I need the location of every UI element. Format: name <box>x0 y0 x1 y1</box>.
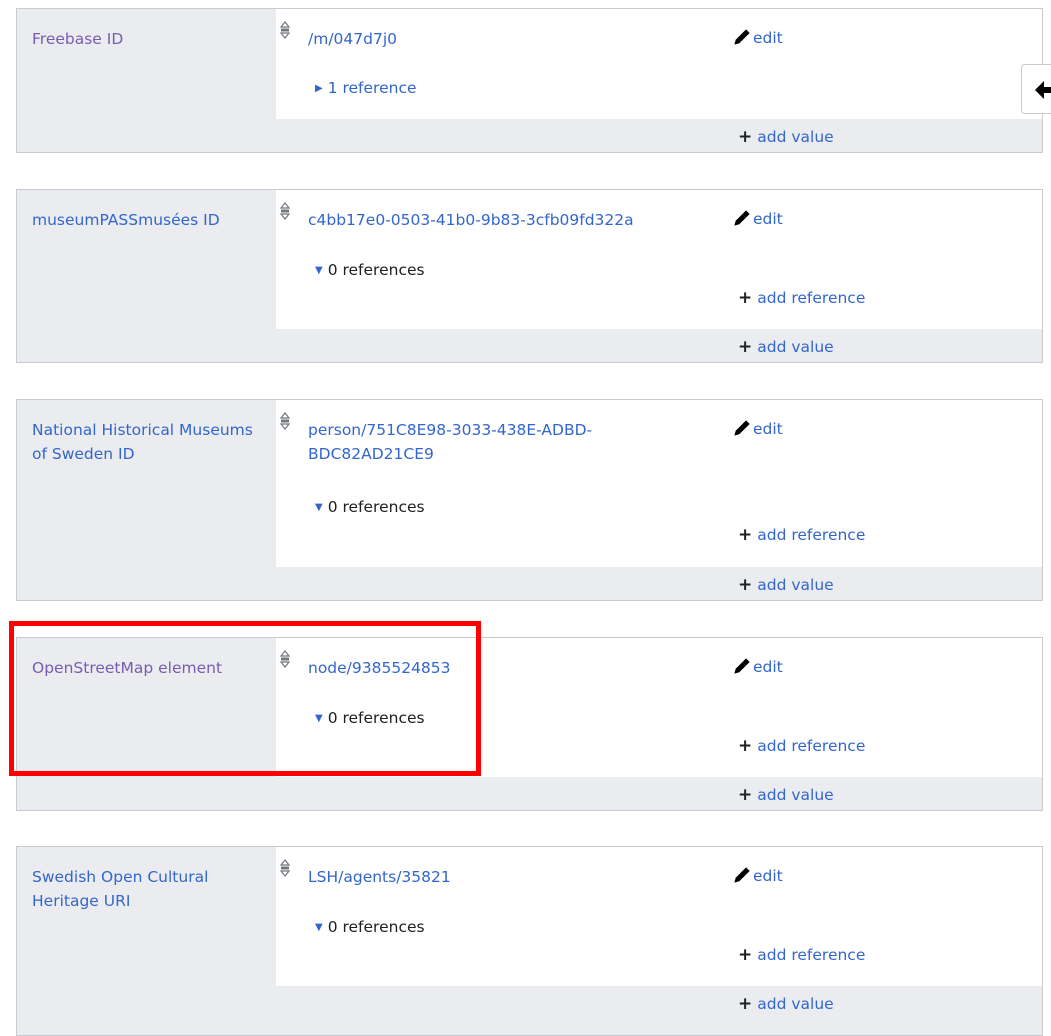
edit-label: edit <box>753 420 783 438</box>
plus-icon: + <box>738 736 753 756</box>
references-label: 0 references <box>327 498 425 516</box>
add-reference-label: add reference <box>757 526 866 544</box>
edit-button[interactable]: edit <box>733 209 783 229</box>
statement: LSH/agents/35821 edit ▼ 0 references + add… <box>276 847 1042 986</box>
property-link[interactable]: National Historical Museums of Sweden ID <box>32 418 277 466</box>
property-link[interactable]: Swedish Open Cultural Heritage URI <box>32 865 277 913</box>
rank-normal-icon[interactable] <box>279 649 291 669</box>
plus-icon: + <box>738 945 753 965</box>
statement: person/751C8E98-3033-438E-ADBD- BDC82AD2… <box>276 400 1042 567</box>
property-line-2: of Sweden ID <box>32 445 135 463</box>
property-link[interactable]: Freebase ID <box>32 27 277 51</box>
value-link[interactable]: /m/047d7j0 <box>308 27 628 51</box>
add-reference-label: add reference <box>757 289 866 307</box>
plus-icon: + <box>738 994 753 1014</box>
add-value-button[interactable]: + add value <box>738 337 834 357</box>
add-reference-button[interactable]: + add reference <box>738 525 865 545</box>
statement-group-shm-id: National Historical Museums of Sweden ID… <box>16 399 1043 601</box>
statement: node/9385524853 edit ▼ 0 references + add … <box>276 638 1042 777</box>
references-toggle[interactable]: ▼ 0 references <box>315 916 425 939</box>
add-reference-button[interactable]: + add reference <box>738 288 865 308</box>
value-link[interactable]: node/9385524853 <box>308 656 628 680</box>
add-value-button[interactable]: + add value <box>738 127 834 147</box>
references-toggle[interactable]: ▼ 0 references <box>315 707 425 730</box>
plus-icon: + <box>738 288 753 308</box>
triangle-down-icon: ▼ <box>315 265 323 276</box>
arrow-left-icon <box>1035 81 1051 99</box>
add-value-label: add value <box>757 338 834 356</box>
statement-group-freebase-id: Freebase ID /m/047d7j0 edit ▶ 1 reference… <box>16 8 1043 153</box>
value-link[interactable]: c4bb17e0-0503-41b0-9b83-3cfb09fd322a <box>308 208 728 232</box>
value-link[interactable]: LSH/agents/35821 <box>308 865 628 889</box>
value-link[interactable]: person/751C8E98-3033-438E-ADBD- BDC82AD2… <box>308 418 628 466</box>
plus-icon: + <box>738 575 753 595</box>
rank-normal-icon[interactable] <box>279 411 291 431</box>
edit-label: edit <box>753 867 783 885</box>
statement: c4bb17e0-0503-41b0-9b83-3cfb09fd322a edi… <box>276 190 1042 329</box>
pencil-icon <box>734 420 750 436</box>
statement-group-soch-uri: Swedish Open Cultural Heritage URI LSH/a… <box>16 846 1043 1036</box>
add-reference-button[interactable]: + add reference <box>738 736 865 756</box>
pencil-icon <box>734 210 750 226</box>
plus-icon: + <box>738 525 753 545</box>
references-toggle[interactable]: ▼ 0 references <box>315 259 425 282</box>
property-line-1: Swedish Open Cultural <box>32 868 209 886</box>
rank-normal-icon[interactable] <box>279 201 291 221</box>
add-value-label: add value <box>757 786 834 804</box>
references-label: 0 references <box>327 918 425 936</box>
edit-button[interactable]: edit <box>733 419 783 439</box>
add-reference-label: add reference <box>757 737 866 755</box>
rank-normal-icon[interactable] <box>279 858 291 878</box>
plus-icon: + <box>738 785 753 805</box>
add-value-button[interactable]: + add value <box>738 785 834 805</box>
references-toggle[interactable]: ▼ 0 references <box>315 496 425 519</box>
pencil-icon <box>734 658 750 674</box>
value-line-1: person/751C8E98-3033-438E-ADBD- <box>308 421 593 439</box>
edit-label: edit <box>753 658 783 676</box>
triangle-down-icon: ▼ <box>315 502 323 513</box>
add-value-button[interactable]: + add value <box>738 994 834 1014</box>
add-reference-button[interactable]: + add reference <box>738 945 865 965</box>
add-value-label: add value <box>757 128 834 146</box>
plus-icon: + <box>738 127 753 147</box>
rank-normal-icon[interactable] <box>279 20 291 40</box>
triangle-down-icon: ▼ <box>315 922 323 933</box>
property-link[interactable]: OpenStreetMap element <box>32 656 277 680</box>
edit-button[interactable]: edit <box>733 657 783 677</box>
pencil-icon <box>734 29 750 45</box>
plus-icon: + <box>738 337 753 357</box>
statement-group-museumpass-id: museumPASSmusées ID c4bb17e0-0503-41b0-9… <box>16 189 1043 363</box>
property-link[interactable]: museumPASSmusées ID <box>32 208 277 232</box>
property-line-1: National Historical Museums <box>32 421 253 439</box>
add-value-label: add value <box>757 995 834 1013</box>
edit-button[interactable]: edit <box>733 28 783 48</box>
references-label: 0 references <box>327 261 425 279</box>
edit-button[interactable]: edit <box>733 866 783 886</box>
add-value-button[interactable]: + add value <box>738 575 834 595</box>
side-panel-toggle[interactable] <box>1021 64 1051 114</box>
references-label: 0 references <box>327 709 425 727</box>
edit-label: edit <box>753 29 783 47</box>
pencil-icon <box>734 867 750 883</box>
statement-group-openstreetmap-element: OpenStreetMap element node/9385524853 ed… <box>16 637 1043 811</box>
edit-label: edit <box>753 210 783 228</box>
references-label: 1 reference <box>327 79 417 97</box>
add-value-label: add value <box>757 576 834 594</box>
triangle-down-icon: ▼ <box>315 713 323 724</box>
property-line-2: Heritage URI <box>32 892 131 910</box>
triangle-right-icon: ▶ <box>315 83 323 94</box>
statement: /m/047d7j0 edit ▶ 1 reference <box>276 9 1042 119</box>
add-reference-label: add reference <box>757 946 866 964</box>
value-line-2: BDC82AD21CE9 <box>308 445 434 463</box>
references-toggle[interactable]: ▶ 1 reference <box>315 77 417 100</box>
